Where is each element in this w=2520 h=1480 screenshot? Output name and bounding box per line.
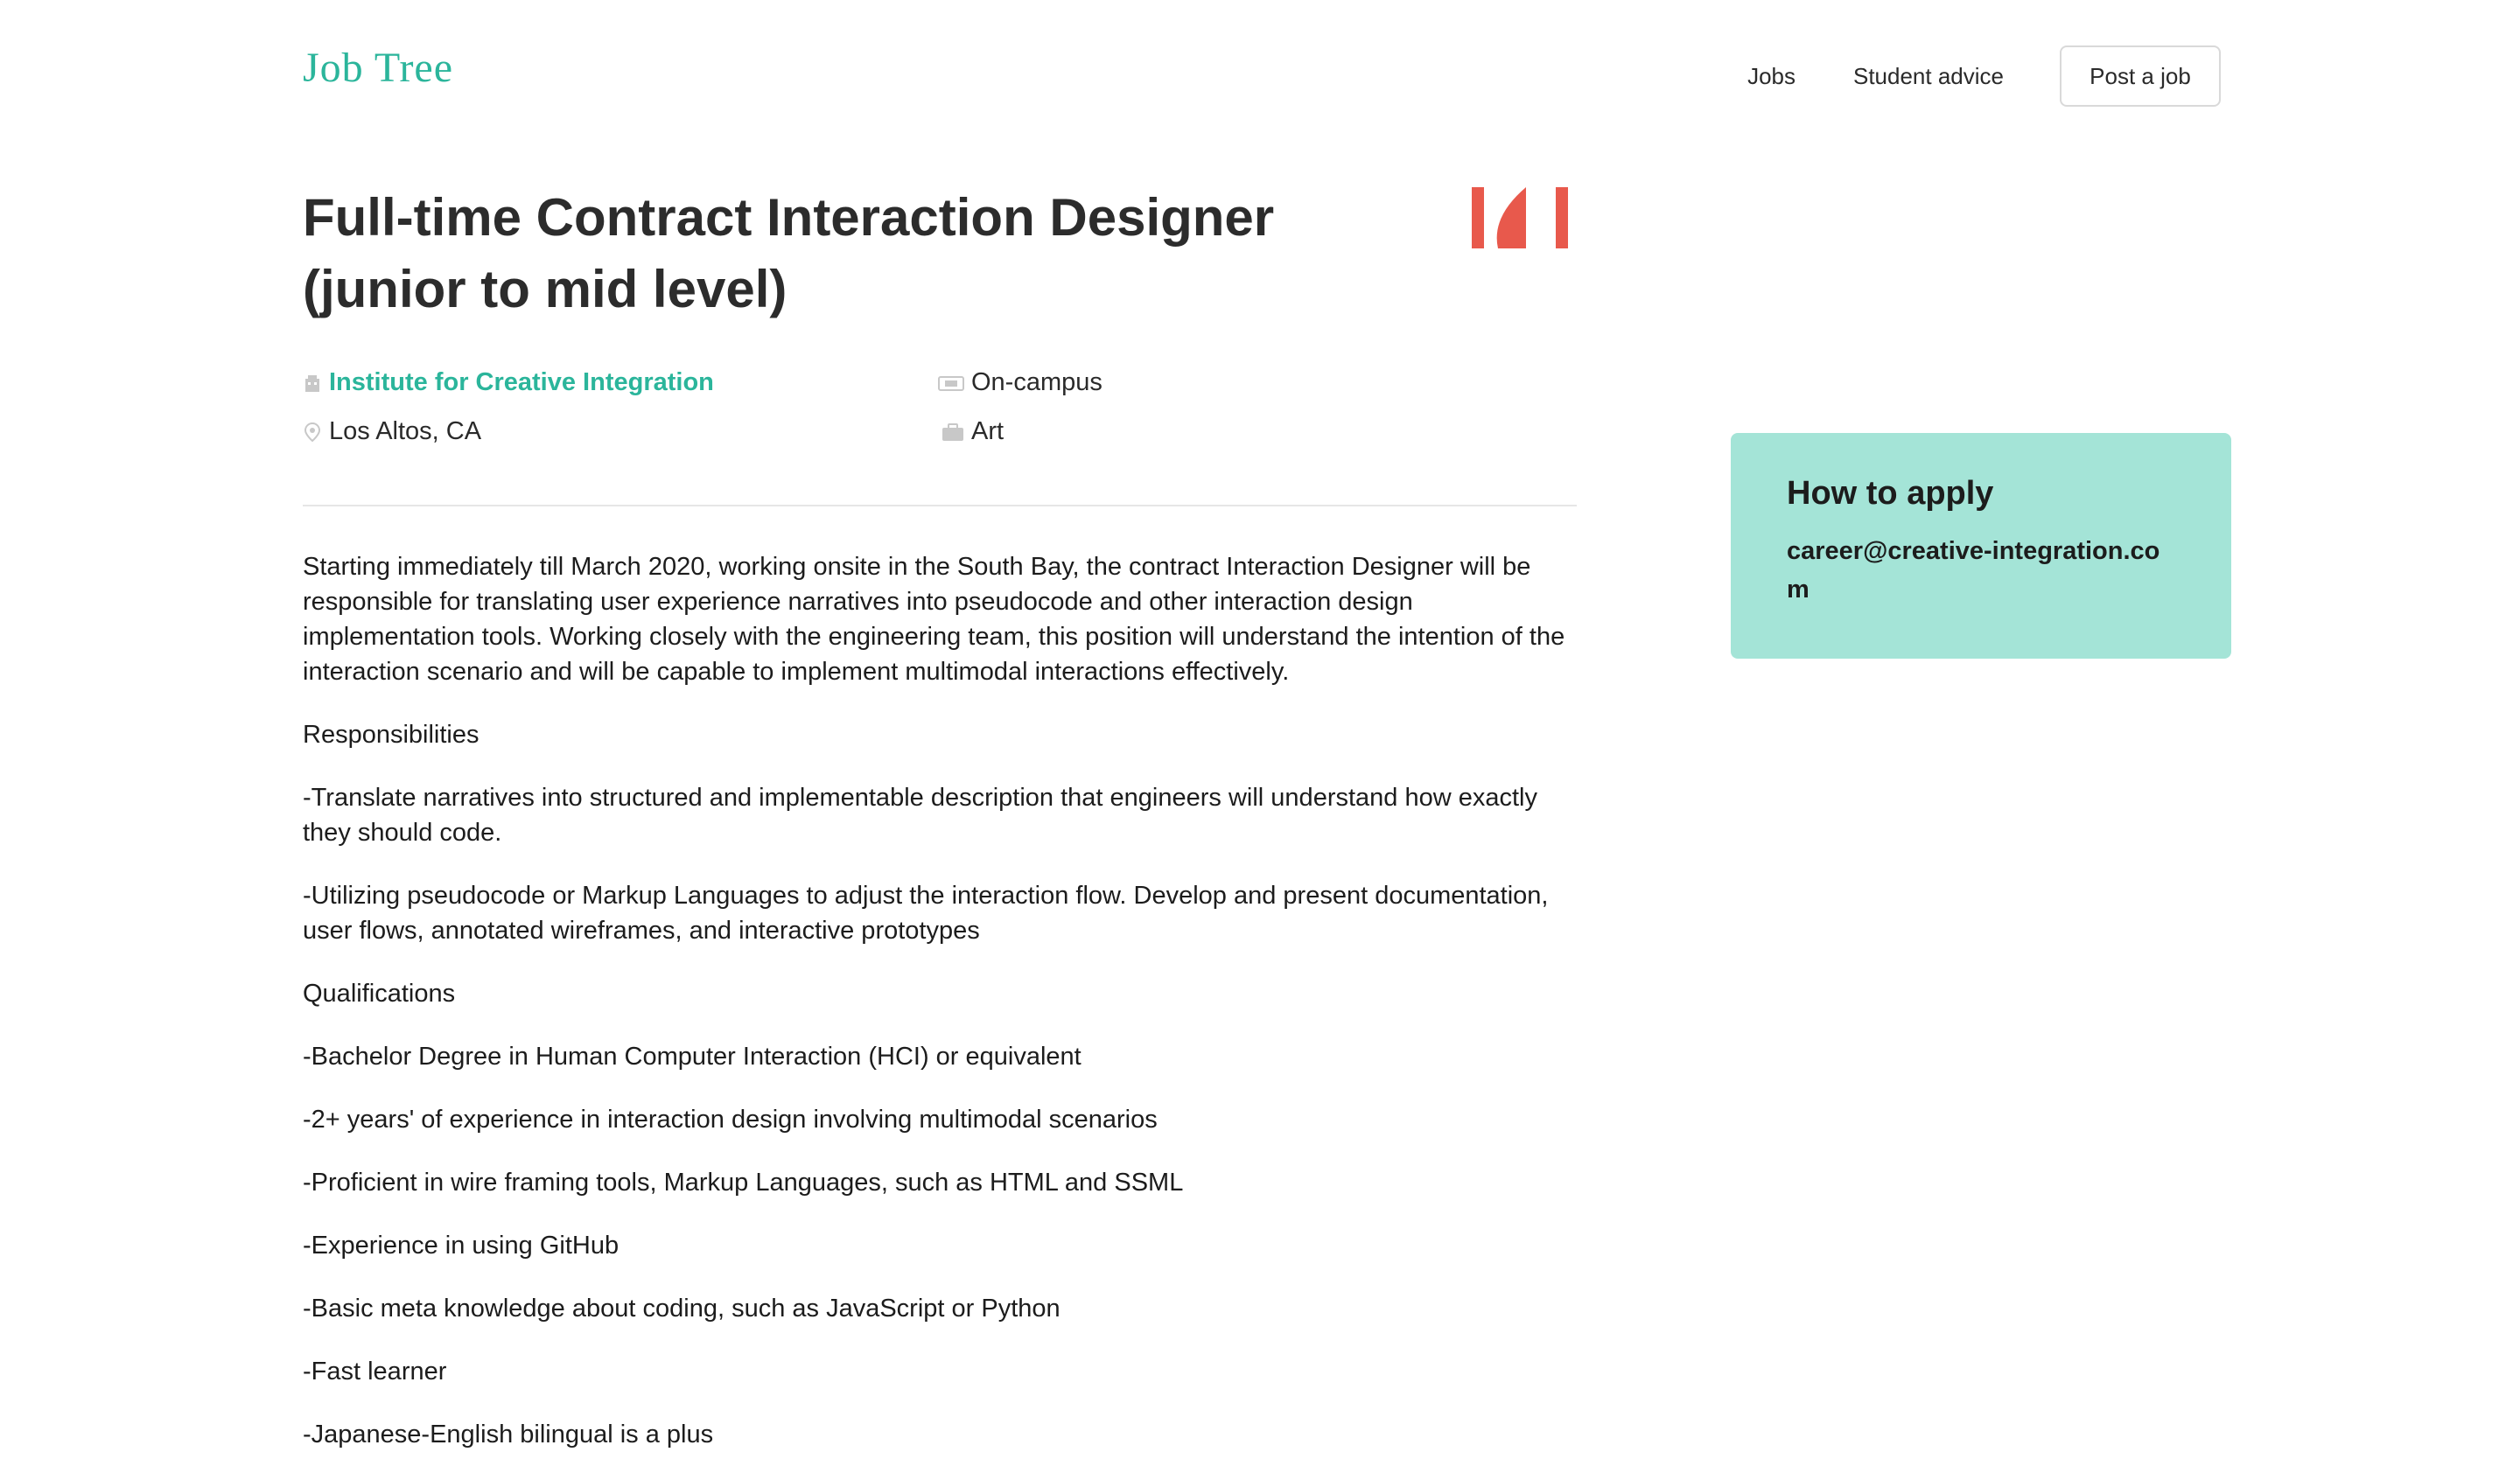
briefcase-icon xyxy=(942,422,963,441)
responsibility-item: -Translate narratives into structured an… xyxy=(303,784,1537,847)
divider xyxy=(303,505,1577,506)
site-logo[interactable]: Job Tree xyxy=(303,44,453,92)
map-pin-icon xyxy=(304,422,321,442)
apply-email-link[interactable]: career@creative-integration.com xyxy=(1787,532,2175,609)
qualification-item: -Proficient in wire framing tools, Marku… xyxy=(303,1169,1184,1197)
qualification-item: -Experience in using GitHub xyxy=(303,1232,620,1260)
nav-jobs[interactable]: Jobs xyxy=(1747,63,1796,90)
location-text: Los Altos, CA xyxy=(329,417,482,445)
how-to-apply-box: How to apply career@creative-integration… xyxy=(1731,433,2231,659)
qualification-item: -Basic meta knowledge about coding, such… xyxy=(303,1295,1060,1323)
workplace-text: On-campus xyxy=(971,368,1102,396)
main-nav: Jobs Student advice Post a job xyxy=(1747,45,2221,107)
qualification-item: -Bachelor Degree in Human Computer Inter… xyxy=(303,1043,1082,1071)
nav-student-advice[interactable]: Student advice xyxy=(1853,63,2004,90)
responsibility-item: -Utilizing pseudocode or Markup Language… xyxy=(303,882,1549,945)
job-description: Starting immediately till March 2020, wo… xyxy=(303,549,1580,1480)
company-info: Institute for Creative Integration xyxy=(303,368,714,397)
category-text: Art xyxy=(971,417,1004,445)
section-heading-responsibilities: Responsibilities xyxy=(303,721,480,749)
qualification-item: -Fast learner xyxy=(303,1358,447,1386)
qualification-item: -2+ years' of experience in interaction … xyxy=(303,1106,1158,1134)
qualification-item: -Japanese-English bilingual is a plus xyxy=(303,1421,714,1449)
category-info: Art xyxy=(942,417,1004,446)
workplace-info: On-campus xyxy=(938,368,1102,397)
company-link[interactable]: Institute for Creative Integration xyxy=(329,368,714,397)
description-intro: Starting immediately till March 2020, wo… xyxy=(303,553,1565,686)
company-logo xyxy=(1472,187,1568,248)
money-icon xyxy=(938,375,964,391)
building-icon xyxy=(305,374,319,392)
job-title: Full-time Contract Interaction Designer … xyxy=(303,188,1275,318)
post-job-button[interactable]: Post a job xyxy=(2060,45,2221,107)
apply-title: How to apply xyxy=(1787,475,1994,512)
section-heading-qualifications: Qualifications xyxy=(303,980,456,1008)
location-info: Los Altos, CA xyxy=(303,417,481,446)
